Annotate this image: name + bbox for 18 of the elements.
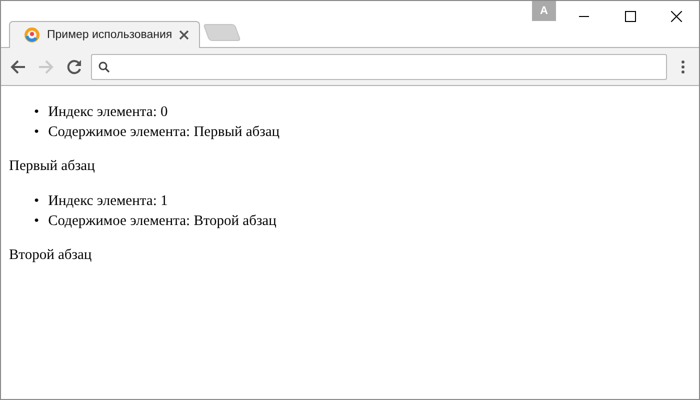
paragraph: Второй абзац [9, 247, 92, 263]
bullet: • [34, 123, 40, 142]
list-item: Индекс элемента: 0 [48, 103, 168, 122]
list-item: Содержимое элемента: Второй абзац [48, 212, 276, 231]
paragraph: Первый абзац [9, 158, 95, 174]
bullet: • [34, 212, 40, 231]
favicon-icon [24, 27, 40, 43]
list-item: Индекс элемента: 1 [48, 192, 168, 211]
close-icon [670, 10, 682, 22]
close-icon[interactable] [179, 30, 190, 40]
bullet: • [34, 192, 40, 211]
list-item: Содержимое элемента: Первый абзац [48, 123, 280, 142]
bullet: • [34, 103, 40, 122]
browser-tab[interactable]: Пример использования [9, 21, 200, 48]
search-icon [98, 60, 110, 72]
address-field[interactable] [91, 54, 667, 80]
maximize-icon [624, 10, 636, 22]
tab-title: Пример использования [47, 29, 172, 41]
